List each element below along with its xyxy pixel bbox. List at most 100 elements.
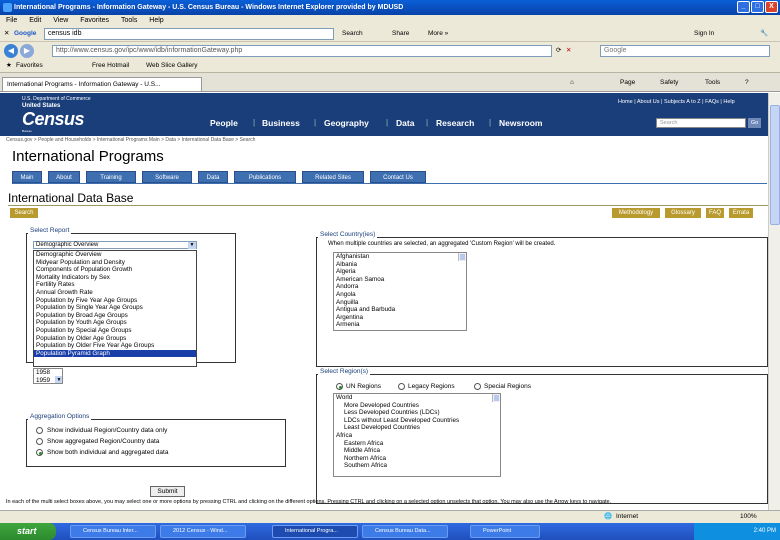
country-list-scrollbar[interactable] (458, 253, 466, 261)
nav-geography[interactable]: Geography (324, 118, 369, 128)
country-item[interactable]: Armenia (334, 321, 466, 329)
country-item[interactable]: Andorra (334, 283, 466, 291)
region-item[interactable]: Middle Africa (334, 447, 500, 455)
census-logo[interactable]: Census (22, 109, 85, 130)
clock[interactable]: 2:40 PM (754, 528, 776, 534)
task-button[interactable]: Census Bureau Data... (362, 525, 448, 538)
report-select[interactable]: Demographic Overview ▼ (33, 241, 197, 249)
report-option[interactable]: Mortality Indicators by Sex (34, 274, 196, 282)
site-search-input[interactable]: Search (656, 118, 746, 128)
report-option[interactable]: Demographic Overview (34, 251, 196, 259)
country-item[interactable]: Anguilla (334, 299, 466, 307)
country-item[interactable]: Antigua and Barbuda (334, 306, 466, 314)
google-search-button[interactable]: Search (342, 28, 363, 40)
close-button[interactable]: X (765, 1, 778, 13)
nav-research[interactable]: Research (436, 118, 474, 128)
region-list[interactable]: World More Developed Countries Less Deve… (333, 393, 501, 477)
tab-main[interactable]: Main (12, 171, 42, 183)
tab-methodology[interactable]: Methodology (612, 208, 660, 218)
back-icon[interactable]: ◀ (4, 44, 18, 58)
stop-icon[interactable]: ✕ (566, 45, 571, 57)
tab-software[interactable]: Software (142, 171, 192, 183)
country-item[interactable]: Afghanistan (334, 253, 466, 261)
report-option[interactable]: Population by Broad Age Groups (34, 312, 196, 320)
favorite-link-webslice[interactable]: Web Slice Gallery (146, 60, 198, 72)
report-option[interactable]: Fertility Rates (34, 281, 196, 289)
report-option[interactable]: Population by Five Year Age Groups (34, 297, 196, 305)
nav-newsroom[interactable]: Newsroom (499, 118, 542, 128)
nav-people[interactable]: People (210, 118, 238, 128)
tab-about[interactable]: About (48, 171, 80, 183)
menu-favorites[interactable]: Favorites (80, 17, 109, 24)
refresh-icon[interactable]: ⟳ (556, 45, 561, 57)
favorites-button[interactable]: Favorites (16, 60, 43, 72)
report-dropdown-list[interactable]: Demographic Overview Midyear Population … (33, 250, 197, 367)
aggregation-radio-aggregated[interactable] (36, 438, 43, 445)
start-button[interactable]: start (0, 523, 56, 540)
sign-in-button[interactable]: Sign In (694, 28, 714, 40)
task-button-active[interactable]: International Progra... (272, 525, 358, 538)
region-radio-special[interactable] (474, 383, 481, 390)
task-button[interactable]: Census Bureau Inter... (70, 525, 156, 538)
site-search-go-button[interactable]: Go (748, 118, 761, 128)
region-item[interactable]: Northern Africa (334, 455, 500, 463)
country-item[interactable]: Albania (334, 261, 466, 269)
safety-menu[interactable]: Safety (660, 77, 678, 89)
menu-tools[interactable]: Tools (121, 17, 137, 24)
aggregation-radio-both[interactable] (36, 449, 43, 456)
menu-file[interactable]: File (6, 17, 17, 24)
report-option[interactable]: Midyear Population and Density (34, 259, 196, 267)
page-menu[interactable]: Page (620, 77, 635, 89)
help-icon[interactable]: ? (745, 77, 749, 89)
report-option[interactable]: Components of Population Growth (34, 266, 196, 274)
menu-help[interactable]: Help (149, 17, 163, 24)
aggregation-radio-individual[interactable] (36, 427, 43, 434)
report-option[interactable]: Population by Special Age Groups (34, 327, 196, 335)
chevron-down-icon[interactable]: ▼ (55, 376, 62, 383)
report-option[interactable]: Population by Single Year Age Groups (34, 304, 196, 312)
tab-search[interactable]: Search (10, 208, 38, 218)
region-item[interactable]: World (334, 394, 500, 402)
report-option-highlighted[interactable]: Population Pyramid Graph (34, 349, 196, 358)
country-list[interactable]: Afghanistan Albania Algeria American Sam… (333, 252, 467, 331)
region-item[interactable]: Southern Africa (334, 462, 500, 470)
region-item[interactable]: Africa (334, 432, 500, 440)
breadcrumb[interactable]: Census.gov > People and Households > Int… (6, 137, 255, 143)
minimize-button[interactable]: _ (737, 1, 750, 13)
region-item[interactable]: Least Developed Countries (334, 424, 500, 432)
report-option[interactable]: Population by Youth Age Groups (34, 319, 196, 327)
region-item[interactable]: More Developed Countries (334, 402, 500, 410)
report-option[interactable]: Population by Older Age Groups (34, 335, 196, 343)
close-toolbar-icon[interactable]: ✕ (4, 28, 9, 40)
region-item[interactable]: Eastern Africa (334, 440, 500, 448)
report-option[interactable]: Population by Older Five Year Age Groups (34, 342, 196, 350)
share-button[interactable]: Share (392, 28, 409, 40)
country-item[interactable]: Argentina (334, 314, 466, 322)
nav-data[interactable]: Data (396, 118, 414, 128)
tab-contact-us[interactable]: Contact Us (370, 171, 426, 183)
tab-data[interactable]: Data (198, 171, 228, 183)
browser-tab-active[interactable]: International Programs - Information Gat… (2, 77, 202, 91)
tools-menu[interactable]: Tools (705, 77, 720, 89)
region-radio-legacy[interactable] (398, 383, 405, 390)
task-button[interactable]: PowerPoint (470, 525, 540, 538)
region-item[interactable]: Less Developed Countries (LDCs) (334, 409, 500, 417)
tab-glossary[interactable]: Glossary (665, 208, 701, 218)
chevron-down-icon[interactable]: ▼ (188, 242, 196, 249)
wrench-icon[interactable]: 🔧 (760, 28, 768, 40)
more-button[interactable]: More » (428, 28, 448, 40)
favorite-link-hotmail[interactable]: Free Hotmail (92, 60, 129, 72)
submit-button[interactable]: Submit (150, 486, 185, 497)
country-item[interactable]: Algeria (334, 268, 466, 276)
url-input[interactable]: http://www.census.gov/ipc/www/idb/inform… (52, 45, 552, 57)
region-radio-un[interactable] (336, 383, 343, 390)
tab-publications[interactable]: Publications (234, 171, 296, 183)
scroll-thumb[interactable] (770, 105, 780, 225)
zoom-level[interactable]: 100% (740, 511, 757, 523)
country-item[interactable]: Angola (334, 291, 466, 299)
report-option[interactable]: Annual Growth Rate (34, 289, 196, 297)
tab-faq[interactable]: FAQ (706, 208, 724, 218)
nav-business[interactable]: Business (262, 118, 300, 128)
page-scrollbar[interactable] (768, 93, 780, 510)
region-list-scrollbar[interactable] (492, 394, 500, 402)
